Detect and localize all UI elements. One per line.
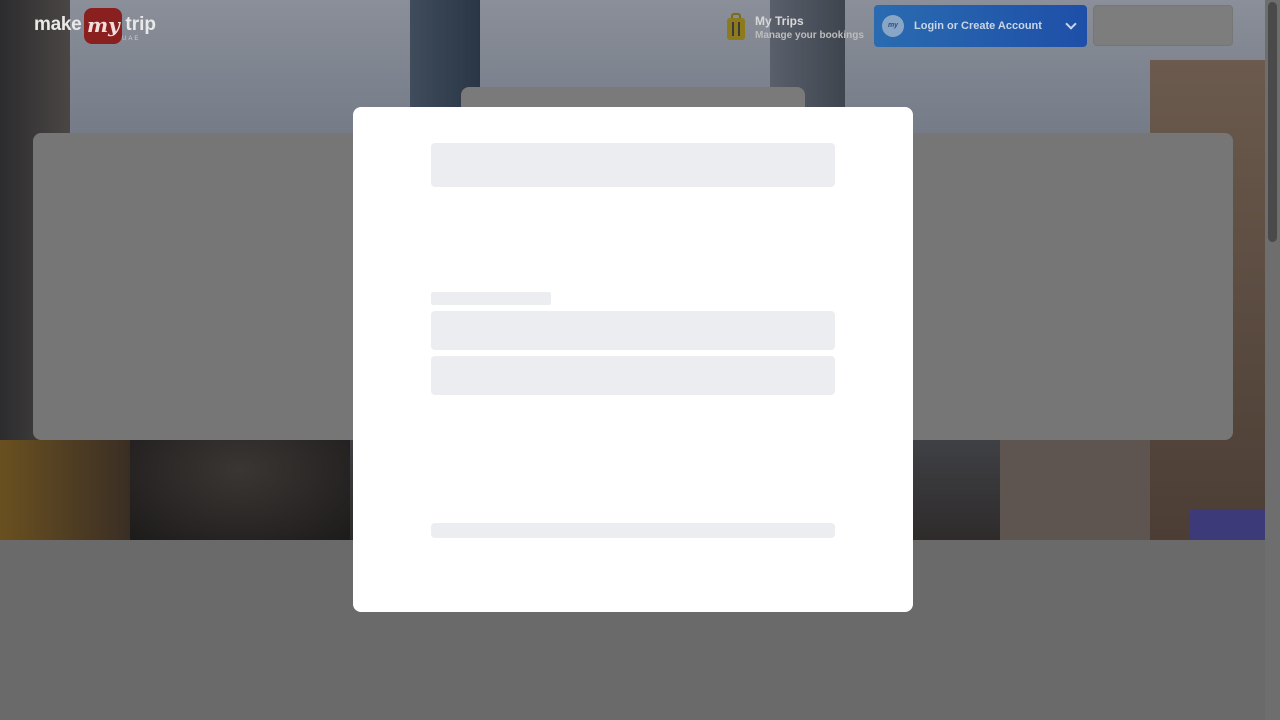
skeleton-title [431,143,835,187]
page-scrollbar[interactable] [1265,0,1280,720]
language-currency-selector[interactable] [1093,5,1233,46]
skeleton-label [431,292,551,305]
suitcase-icon [726,13,746,41]
logo-word-my: my [84,8,123,44]
building-lower-left [0,440,130,540]
login-button-label: Login or Create Account [914,20,1042,32]
avatar: my [882,15,904,37]
login-create-account-button[interactable]: my Login or Create Account [874,5,1087,47]
logo-word-make: make [34,14,82,35]
my-trips-link[interactable]: My Trips Manage your bookings [726,12,864,42]
chevron-down-icon [1065,18,1077,30]
my-trips-subtitle: Manage your bookings [755,29,864,41]
skeleton-footer [431,523,835,538]
museum-of-future [130,440,350,540]
login-modal [353,107,913,612]
building-lower-right [1000,440,1150,540]
logo-word-trip: trip [125,14,157,35]
skeleton-field [431,356,835,395]
scrollbar-thumb[interactable] [1268,2,1277,242]
my-trips-title: My Trips [755,13,804,28]
billboard [1190,510,1265,540]
makemytrip-logo[interactable]: make my trip UAE [34,8,156,44]
skeleton-field [431,311,835,350]
logo-region: UAE [122,36,141,42]
